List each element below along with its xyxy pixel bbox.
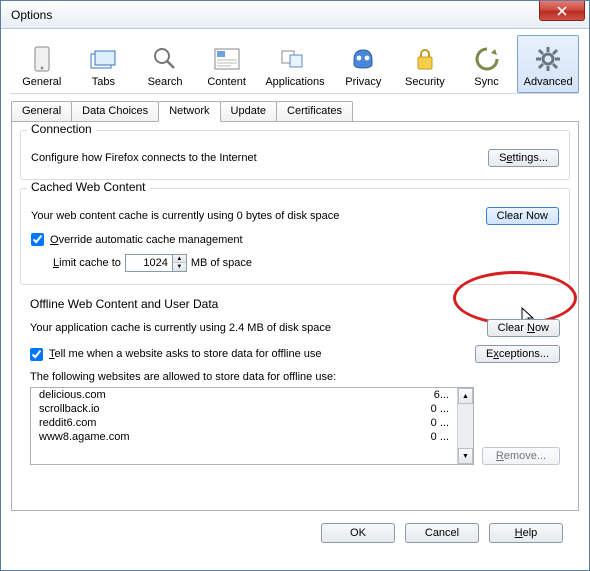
offline-usage-text: Your application cache is currently usin… xyxy=(30,322,331,334)
subtab-certificates[interactable]: Certificates xyxy=(276,101,353,122)
override-cache-checkbox[interactable]: Override automatic cache management xyxy=(31,233,559,246)
help-button[interactable]: Help xyxy=(489,523,563,543)
limit-cache-suffix: MB of space xyxy=(191,257,252,269)
cached-clear-now-button[interactable]: Clear Now xyxy=(486,207,559,225)
category-tabs[interactable]: Tabs xyxy=(73,35,135,93)
override-cache-label: Override automatic cache management xyxy=(50,234,243,246)
network-panel: Connection Configure how Firefox connect… xyxy=(11,121,579,511)
list-item[interactable]: delicious.com6... xyxy=(31,388,457,402)
connection-settings-button[interactable]: Settings... xyxy=(488,149,559,167)
category-general[interactable]: General xyxy=(11,35,73,93)
offline-legend: Offline Web Content and User Data xyxy=(30,297,560,311)
tellme-checkbox[interactable]: Tell me when a website asks to store dat… xyxy=(30,348,322,361)
titlebar: Options xyxy=(1,1,589,29)
category-content[interactable]: Content xyxy=(196,35,258,93)
general-icon xyxy=(27,44,57,74)
sync-icon xyxy=(472,44,502,74)
gear-icon xyxy=(533,44,563,74)
list-item[interactable]: www8.agame.com0 ... xyxy=(31,430,457,444)
category-security[interactable]: Security xyxy=(394,35,456,93)
category-search[interactable]: Search xyxy=(134,35,196,93)
cancel-button[interactable]: Cancel xyxy=(405,523,479,543)
cached-usage-text: Your web content cache is currently usin… xyxy=(31,210,339,222)
subtab-network[interactable]: Network xyxy=(158,101,220,122)
content-icon xyxy=(212,44,242,74)
options-window: Options General Tabs Search Content xyxy=(0,0,590,571)
scroll-track[interactable] xyxy=(458,404,473,448)
spinner-up[interactable]: ▲ xyxy=(173,255,186,263)
close-button[interactable] xyxy=(539,1,585,21)
cached-legend: Cached Web Content xyxy=(27,180,150,194)
tabs-icon xyxy=(88,44,118,74)
list-item[interactable]: reddit6.com0 ... xyxy=(31,416,457,430)
connection-legend: Connection xyxy=(27,122,96,136)
window-title: Options xyxy=(11,8,52,22)
cached-group: Cached Web Content Your web content cach… xyxy=(20,188,570,285)
dialog-button-bar: OK Cancel Help xyxy=(11,511,579,543)
offline-sites-list[interactable]: delicious.com6... scrollback.io0 ... red… xyxy=(30,387,474,465)
subtab-bar: General Data Choices Network Update Cert… xyxy=(11,100,579,121)
category-privacy[interactable]: Privacy xyxy=(333,35,395,93)
subtab-general[interactable]: General xyxy=(11,101,72,122)
lock-icon xyxy=(410,44,440,74)
exceptions-button[interactable]: Exceptions... xyxy=(475,345,560,363)
ok-button[interactable]: OK xyxy=(321,523,395,543)
category-applications[interactable]: Applications xyxy=(257,35,332,93)
privacy-icon xyxy=(348,44,378,74)
limit-cache-prefix: Limit cache to xyxy=(53,257,121,269)
limit-cache-spinner[interactable]: ▲ ▼ xyxy=(125,254,187,272)
connection-group: Connection Configure how Firefox connect… xyxy=(20,130,570,180)
category-advanced[interactable]: Advanced xyxy=(517,35,579,93)
applications-icon xyxy=(280,44,310,74)
category-sync[interactable]: Sync xyxy=(456,35,518,93)
scroll-down[interactable]: ▼ xyxy=(458,448,473,464)
tellme-input[interactable] xyxy=(30,348,43,361)
offline-list-intro: The following websites are allowed to st… xyxy=(30,371,560,383)
subtab-update[interactable]: Update xyxy=(220,101,277,122)
remove-button: Remove... xyxy=(482,447,560,465)
search-icon xyxy=(150,44,180,74)
scroll-up[interactable]: ▲ xyxy=(458,388,473,404)
offline-clear-now-button[interactable]: Clear Now xyxy=(487,319,560,337)
limit-cache-input[interactable] xyxy=(126,256,172,270)
connection-text: Configure how Firefox connects to the In… xyxy=(31,152,257,164)
override-cache-input[interactable] xyxy=(31,233,44,246)
category-toolbar: General Tabs Search Content Applications… xyxy=(11,35,579,94)
subtab-data-choices[interactable]: Data Choices xyxy=(71,101,159,122)
list-scrollbar[interactable]: ▲ ▼ xyxy=(457,388,473,464)
spinner-down[interactable]: ▼ xyxy=(173,263,186,271)
offline-group: Offline Web Content and User Data Your a… xyxy=(20,293,570,477)
close-icon xyxy=(557,6,567,16)
list-item[interactable]: scrollback.io0 ... xyxy=(31,402,457,416)
tellme-label: Tell me when a website asks to store dat… xyxy=(49,348,322,360)
